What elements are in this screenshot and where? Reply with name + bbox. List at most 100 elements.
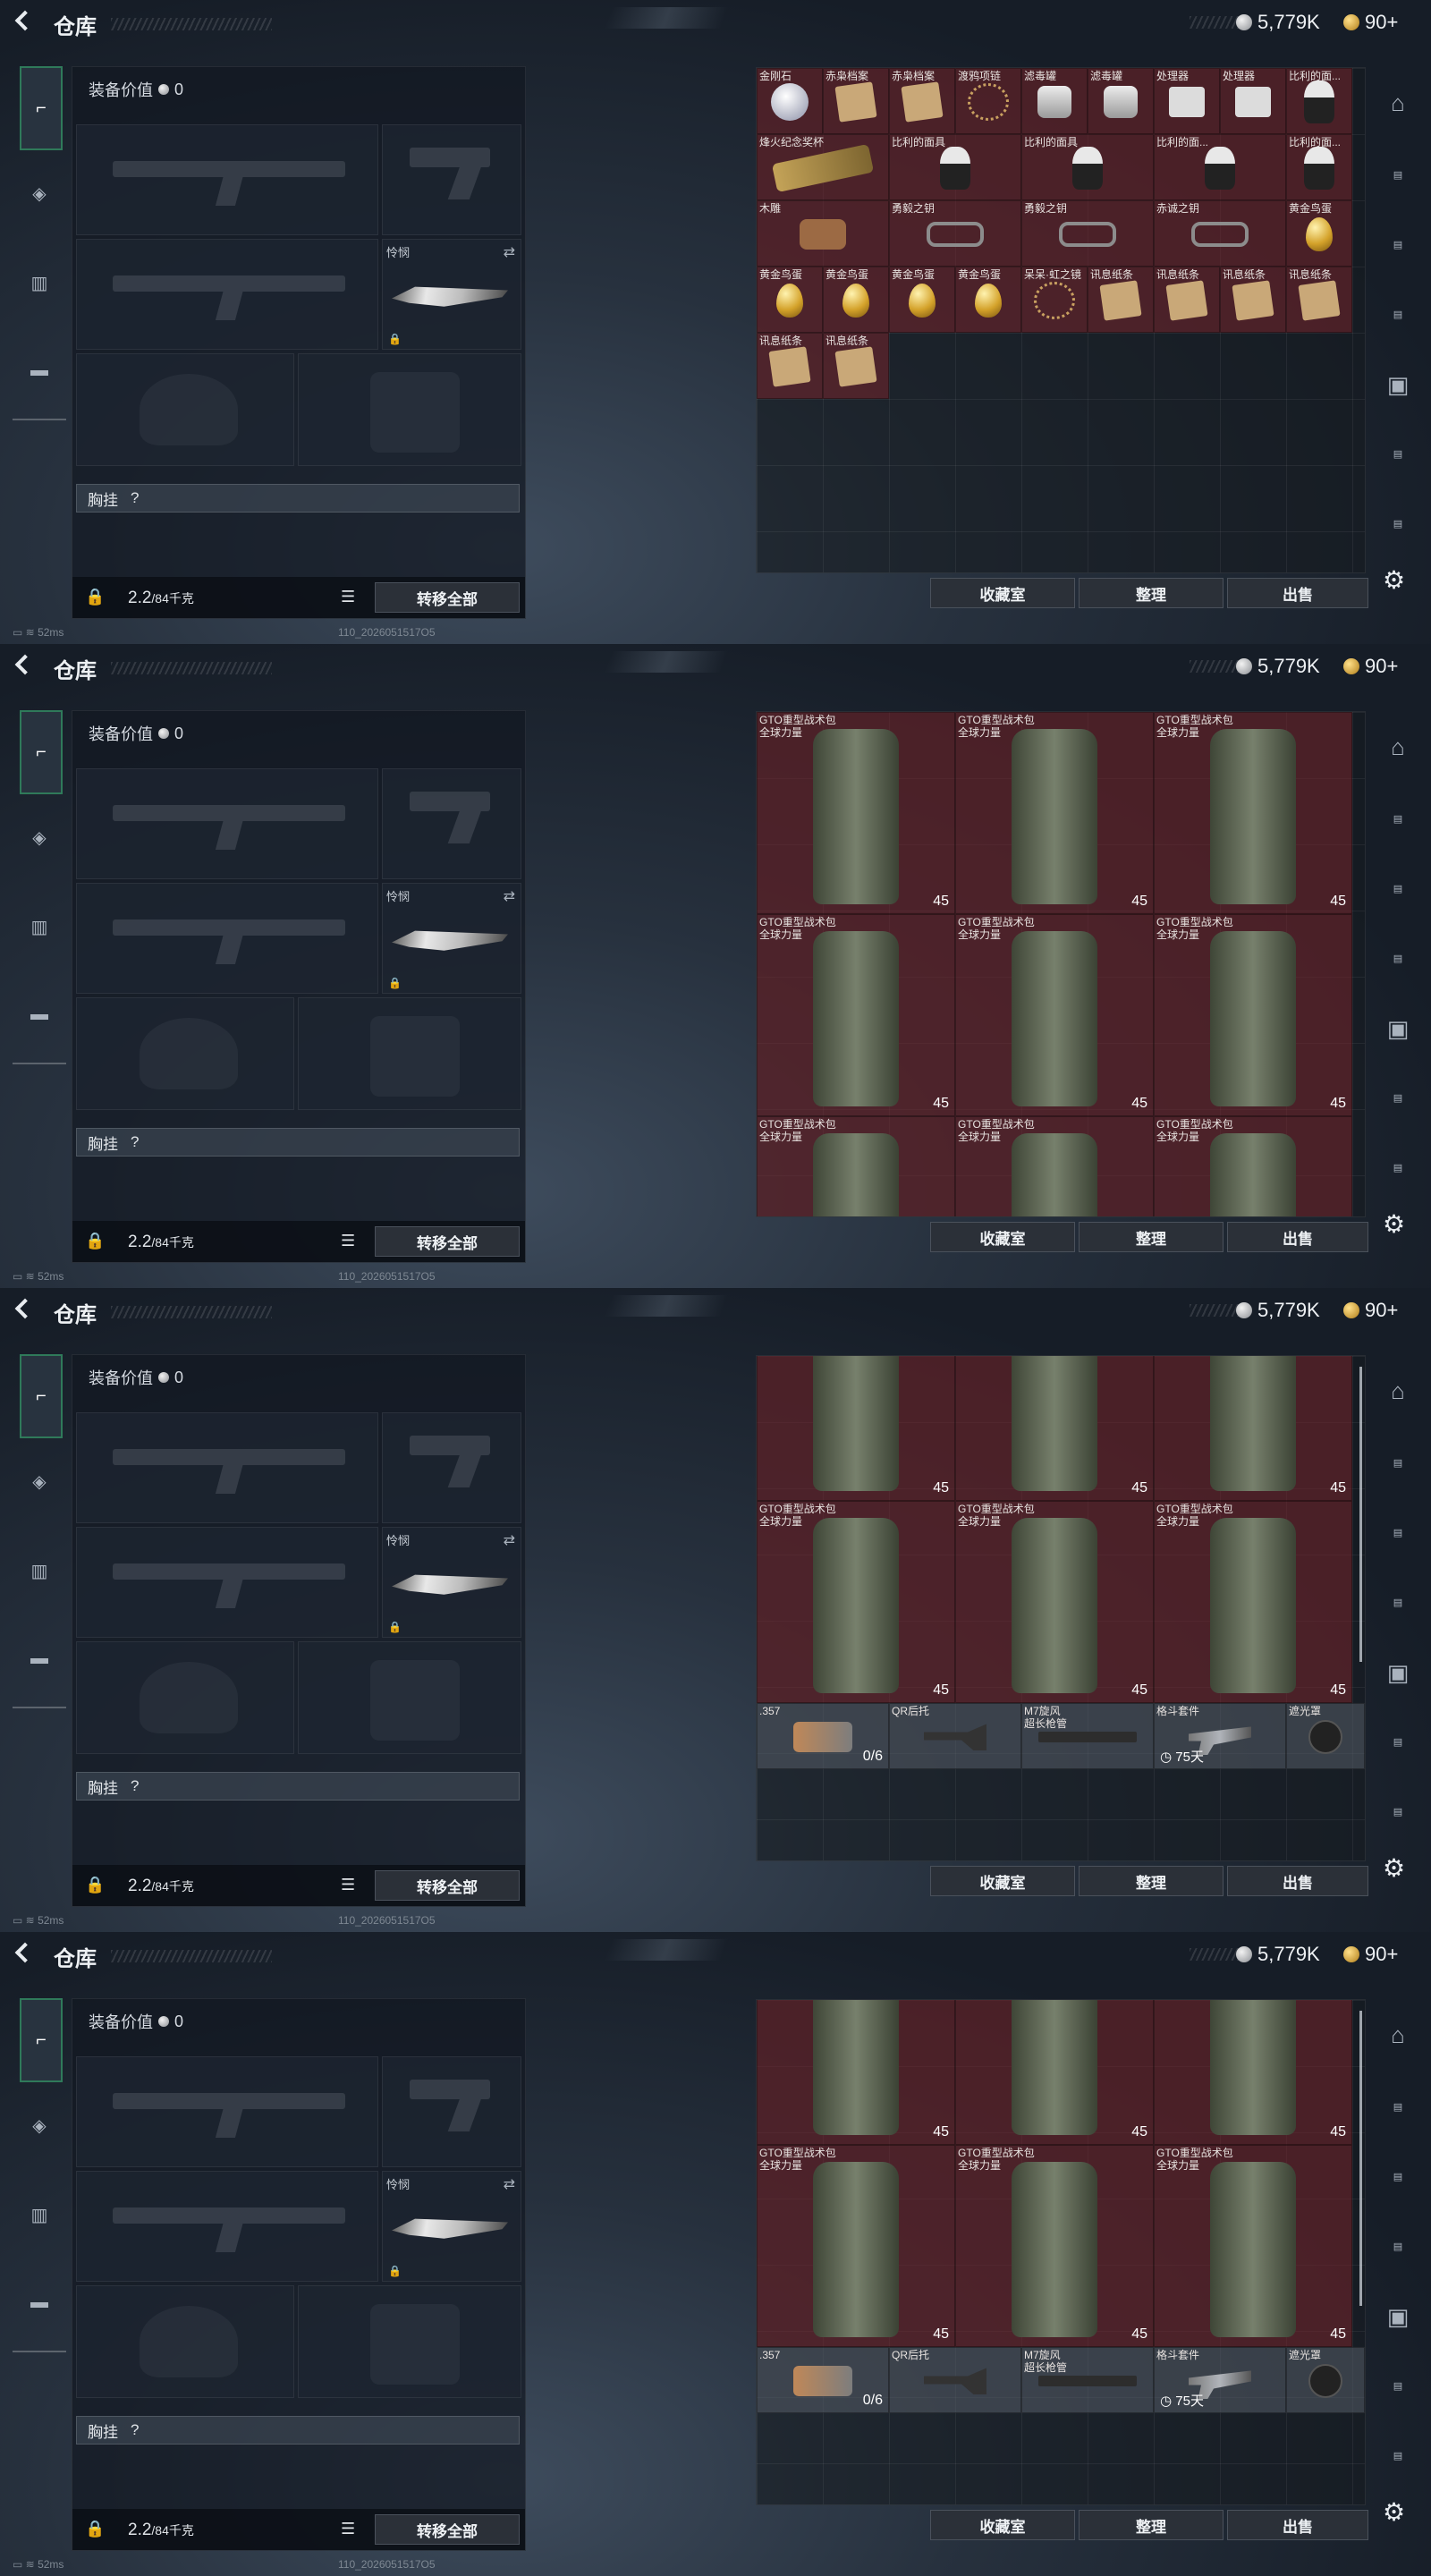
armor-tab-icon[interactable]: ◈ (20, 818, 59, 857)
storage-item[interactable]: 讯息纸条 (1220, 267, 1286, 333)
container-icon[interactable]: ▤ (1380, 2437, 1416, 2473)
backpack-item[interactable]: GTO重型战术包 全球力量45 (1154, 1116, 1352, 1216)
container-icon[interactable]: ▤ (1380, 2158, 1416, 2194)
melee-slot[interactable]: 怜悯 ⇄ 🔒 (382, 2171, 521, 2282)
backpack-item[interactable]: GTO重型战术包 全球力量45 (757, 2000, 955, 2145)
safe-box-icon[interactable]: ⌂ (1380, 729, 1416, 765)
transfer-all-button[interactable]: 转移全部 (375, 1226, 520, 1257)
storage-item[interactable]: .357 0/6 (757, 2347, 889, 2413)
swap-icon[interactable]: ⇄ (504, 2175, 515, 2193)
chest-rig-help-icon[interactable]: ? (131, 1777, 139, 1795)
helmet-slot[interactable] (76, 997, 294, 1110)
chest-rig-slot[interactable]: 胸挂 ? (76, 484, 520, 513)
sell-button[interactable]: 出售 (1227, 578, 1368, 608)
container-icon[interactable]: ▤ (1380, 1149, 1416, 1185)
backpack-item[interactable]: GTO重型战术包 全球力量45 (757, 2145, 955, 2347)
secondary-weapon-slot[interactable] (76, 2171, 378, 2282)
backpack-item[interactable]: GTO重型战术包 全球力量45 (1154, 914, 1352, 1116)
list-icon[interactable]: ☰ (341, 1232, 355, 1250)
storage-item[interactable]: 遮光罩 (1286, 2347, 1365, 2413)
gold-currency[interactable]: 90+ (1343, 1943, 1398, 1966)
storage-item[interactable]: 勇毅之钥 (1021, 200, 1154, 267)
primary-weapon-slot[interactable] (76, 768, 378, 879)
backpack-item[interactable]: GTO重型战术包 全球力量45 (955, 712, 1154, 914)
armor-tab-icon[interactable]: ◈ (20, 2106, 59, 2145)
safe-box-icon[interactable]: ⌂ (1380, 2017, 1416, 2053)
backpack-item[interactable]: GTO重型战术包 全球力量45 (1154, 1501, 1352, 1703)
transfer-all-button[interactable]: 转移全部 (375, 582, 520, 613)
storage-scrollbar[interactable] (1359, 2011, 1362, 2306)
pistol-slot[interactable] (382, 768, 521, 879)
container-icon[interactable]: ▤ (1380, 801, 1416, 836)
storage-item[interactable]: 比利的面... (1286, 134, 1352, 200)
primary-weapon-slot[interactable] (76, 124, 378, 235)
armor-slot[interactable] (298, 2285, 521, 2398)
backpack-item[interactable]: GTO重型战术包 全球力量45 (1154, 2145, 1352, 2347)
storage-item[interactable]: 渡鸦项链 (955, 68, 1021, 134)
helmet-slot[interactable] (76, 1641, 294, 1754)
chest-rig-slot[interactable]: 胸挂 ? (76, 2416, 520, 2445)
backpack-item[interactable]: GTO重型战术包 全球力量45 (757, 914, 955, 1116)
primary-weapon-slot[interactable] (76, 1412, 378, 1523)
swap-icon[interactable]: ⇄ (504, 1531, 515, 1549)
active-container-icon[interactable]: ▣ (1380, 2299, 1416, 2334)
container-icon[interactable]: ▤ (1380, 157, 1416, 192)
storage-item[interactable]: 格斗套件 ◷ 75天 (1154, 1703, 1286, 1769)
storage-item[interactable]: 滤毒罐 (1021, 68, 1088, 134)
swap-icon[interactable]: ⇄ (504, 887, 515, 905)
storage-item[interactable]: 黄金鸟蛋 (1286, 200, 1352, 267)
storage-item[interactable]: 遮光罩 (1286, 1703, 1365, 1769)
backpack-tab-icon[interactable]: ▬ (20, 2283, 59, 2322)
backpack-item[interactable]: GTO重型战术包 全球力量45 (757, 712, 955, 914)
container-icon[interactable]: ▤ (1380, 296, 1416, 332)
secondary-weapon-slot[interactable] (76, 239, 378, 350)
backpack-item[interactable]: GTO重型战术包 全球力量45 (1154, 1356, 1352, 1501)
backpack-item[interactable]: GTO重型战术包 全球力量45 (955, 2145, 1154, 2347)
arrange-button[interactable]: 整理 (1079, 2510, 1224, 2540)
weight-lock-icon[interactable]: 🔒 (85, 1232, 105, 1250)
storage-item[interactable]: 讯息纸条 (1286, 267, 1352, 333)
storage-scrollbar[interactable] (1359, 1367, 1362, 1662)
armor-tab-icon[interactable]: ◈ (20, 174, 59, 213)
armor-tab-icon[interactable]: ◈ (20, 1462, 59, 1501)
backpack-item[interactable]: GTO重型战术包 全球力量45 (757, 1501, 955, 1703)
gold-currency[interactable]: 90+ (1343, 11, 1398, 34)
container-icon[interactable]: ▤ (1380, 1445, 1416, 1480)
container-icon[interactable]: ▤ (1380, 1724, 1416, 1759)
backpack-item[interactable]: GTO重型战术包 全球力量45 (757, 1116, 955, 1216)
container-icon[interactable]: ▤ (1380, 505, 1416, 541)
armor-slot[interactable] (298, 1641, 521, 1754)
chest-rig-help-icon[interactable]: ? (131, 1133, 139, 1151)
back-icon[interactable] (13, 655, 34, 674)
storage-item[interactable]: 黄金鸟蛋 (955, 267, 1021, 333)
pistol-slot[interactable] (382, 1412, 521, 1523)
storage-item[interactable]: 比利的面具 (1021, 134, 1154, 200)
container-icon[interactable]: ▤ (1380, 226, 1416, 262)
secondary-weapon-slot[interactable] (76, 1527, 378, 1638)
storage-item[interactable]: 比利的面... (1286, 68, 1352, 134)
storage-item[interactable]: 讯息纸条 (1088, 267, 1154, 333)
storage-item[interactable]: 格斗套件 ◷ 75天 (1154, 2347, 1286, 2413)
sell-button[interactable]: 出售 (1227, 1866, 1368, 1896)
storage-item[interactable]: QR后托 (889, 2347, 1021, 2413)
storage-item[interactable]: 黄金鸟蛋 (889, 267, 955, 333)
armor-slot[interactable] (298, 997, 521, 1110)
container-icon[interactable]: ▤ (1380, 1080, 1416, 1115)
transfer-all-button[interactable]: 转移全部 (375, 1870, 520, 1901)
container-icon[interactable]: ▤ (1380, 1584, 1416, 1620)
list-icon[interactable]: ☰ (341, 1876, 355, 1894)
weapons-tab-icon[interactable]: ⌐ (20, 1998, 63, 2082)
vest-tab-icon[interactable]: ▥ (20, 263, 59, 302)
storage-item[interactable]: 金刚石 (757, 68, 823, 134)
vest-tab-icon[interactable]: ▥ (20, 2195, 59, 2234)
storage-item[interactable]: 黄金鸟蛋 (823, 267, 889, 333)
vest-tab-icon[interactable]: ▥ (20, 1551, 59, 1590)
back-icon[interactable] (13, 1943, 34, 1962)
container-icon[interactable]: ▤ (1380, 2228, 1416, 2264)
helmet-slot[interactable] (76, 2285, 294, 2398)
storage-item[interactable]: 滤毒罐 (1088, 68, 1154, 134)
sell-button[interactable]: 出售 (1227, 1222, 1368, 1252)
melee-slot[interactable]: 怜悯 ⇄ 🔒 (382, 1527, 521, 1638)
storage-item[interactable]: 赤诚之钥 (1154, 200, 1286, 267)
pistol-slot[interactable] (382, 2056, 521, 2167)
